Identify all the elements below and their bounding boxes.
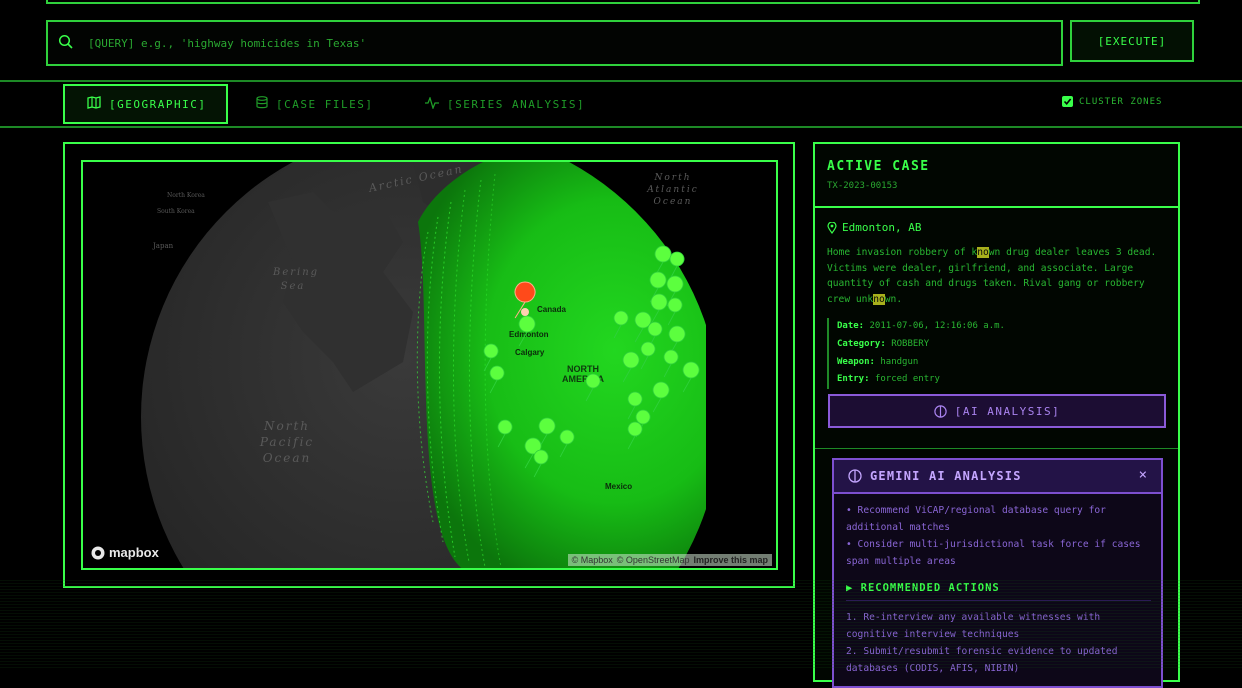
action-item: 2. Submit/resubmit forensic evidence to … — [846, 646, 1118, 674]
case-description: Home invasion robbery of known drug deal… — [827, 245, 1167, 307]
analysis-bullet: • Recommend ViCAP/regional database quer… — [846, 505, 1106, 533]
desc-highlight: no — [977, 247, 989, 258]
gemini-header: GEMINI AI ANALYSIS — [834, 460, 1161, 494]
panel-title: ACTIVE CASE — [827, 159, 930, 174]
database-icon — [256, 96, 268, 112]
mapbox-attribution-link[interactable]: © Mapbox — [572, 555, 613, 565]
case-marker — [585, 373, 601, 402]
top-panel-edge — [46, 0, 1200, 4]
case-marker — [497, 419, 513, 448]
panel-header: ACTIVE CASE TX-2023-00153 — [815, 144, 1178, 208]
case-location: Edmonton, AB — [827, 221, 921, 234]
case-marker — [627, 421, 643, 450]
case-marker — [652, 381, 670, 413]
meta-category: Category: ROBBERY — [837, 336, 1005, 354]
case-marker — [640, 341, 656, 370]
mapbox-icon — [91, 546, 105, 559]
analysis-bullet: • Consider multi-jurisdictional task for… — [846, 539, 1141, 567]
case-marker — [650, 293, 668, 325]
case-marker — [622, 351, 640, 383]
activity-icon — [425, 95, 439, 112]
meta-value: forced entry — [874, 374, 940, 385]
execute-button[interactable]: [EXECUTE] — [1070, 20, 1194, 62]
map-view[interactable]: Arctic Ocean North Atlantic Ocean Bering… — [81, 160, 778, 570]
tab-geographic[interactable]: [GEOGRAPHIC] — [63, 84, 228, 124]
case-marker — [489, 365, 505, 394]
case-marker — [654, 245, 672, 277]
ai-analysis-button[interactable]: [AI ANALYSIS] — [828, 394, 1166, 428]
brain-icon — [848, 469, 862, 483]
search-input[interactable] — [86, 32, 1030, 54]
divider — [815, 448, 1178, 449]
tab-bar: [GEOGRAPHIC] [CASE FILES] [SERIES ANALYS… — [0, 80, 1242, 128]
gemini-title: GEMINI AI ANALYSIS — [870, 469, 1022, 483]
case-marker — [559, 429, 575, 458]
search-icon — [58, 34, 74, 54]
meta-key: Entry: — [837, 374, 870, 385]
mapbox-logo[interactable]: mapbox — [91, 545, 159, 560]
case-id: TX-2023-00153 — [827, 181, 898, 191]
meta-value: handgun — [880, 356, 919, 367]
close-icon[interactable]: × — [1139, 467, 1147, 483]
map-icon — [87, 96, 101, 112]
tab-series-analysis[interactable]: [SERIES ANALYSIS] — [403, 84, 603, 124]
gemini-body: • Recommend ViCAP/regional database quer… — [846, 502, 1151, 677]
case-marker — [518, 315, 536, 347]
tab-case-files-label: [CASE FILES] — [276, 97, 374, 111]
active-case-panel: ACTIVE CASE TX-2023-00153 Edmonton, AB H… — [813, 142, 1180, 688]
action-item: 1. Re-interview any available witnesses … — [846, 612, 1101, 640]
case-metadata: Date: 2011-07-06, 12:16:06 a.m. Category… — [827, 318, 1005, 390]
desc-text: Home invasion robbery of k — [827, 247, 978, 258]
tab-case-files[interactable]: [CASE FILES] — [234, 84, 394, 124]
desc-text: wn. — [884, 293, 903, 305]
cluster-zones-toggle[interactable]: CLUSTER ZONES — [1062, 96, 1162, 107]
brain-icon — [934, 404, 947, 418]
location-text: Edmonton, AB — [842, 221, 922, 234]
gemini-analysis-card: GEMINI AI ANALYSIS × • Recommend ViCAP/r… — [832, 458, 1163, 688]
cluster-zones-label: CLUSTER ZONES — [1079, 96, 1163, 107]
recommended-actions-title: ▶ RECOMMENDED ACTIONS — [846, 580, 1151, 601]
case-marker — [669, 251, 685, 280]
location-pin-icon — [827, 221, 837, 234]
tab-geographic-label: [GEOGRAPHIC] — [109, 97, 207, 111]
meta-key: Weapon: — [837, 356, 875, 367]
checkbox-checked-icon[interactable] — [1062, 96, 1073, 107]
search-bar — [46, 20, 1063, 66]
meta-entry: Entry: forced entry — [837, 371, 1005, 389]
meta-date: Date: 2011-07-06, 12:16:06 a.m. — [837, 318, 1005, 336]
map-markers — [483, 245, 700, 478]
case-marker — [682, 361, 700, 393]
meta-key: Category: — [837, 338, 886, 349]
improve-map-link[interactable]: Improve this map — [693, 555, 768, 565]
meta-weapon: Weapon: handgun — [837, 354, 1005, 372]
tab-series-analysis-label: [SERIES ANALYSIS] — [447, 97, 586, 111]
case-marker — [613, 310, 629, 339]
meta-value: ROBBERY — [891, 338, 930, 349]
desc-highlight: no — [873, 293, 885, 305]
osm-attribution-link[interactable]: © OpenStreetMap — [617, 555, 690, 565]
meta-value: 2011-07-06, 12:16:06 a.m. — [869, 321, 1005, 331]
case-marker — [667, 297, 683, 326]
map-attribution: © Mapbox © OpenStreetMap Improve this ma… — [567, 554, 772, 566]
case-marker — [533, 449, 549, 478]
case-marker — [538, 417, 556, 449]
case-marker — [663, 349, 679, 378]
ai-analysis-label: [AI ANALYSIS] — [954, 404, 1061, 418]
meta-key: Date: — [837, 321, 865, 331]
mapbox-logo-text: mapbox — [109, 545, 159, 560]
